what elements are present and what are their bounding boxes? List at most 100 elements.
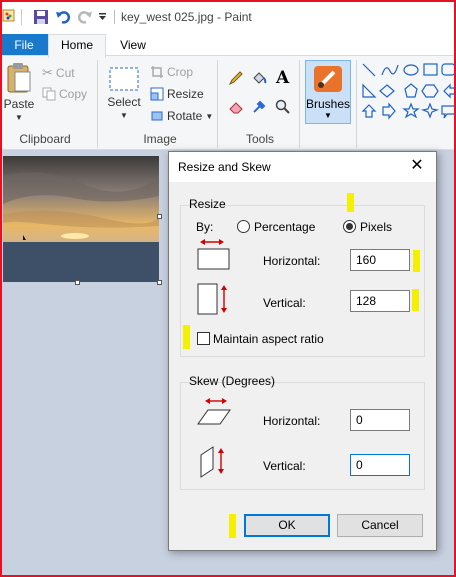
magnifier-tool[interactable] [275, 99, 291, 118]
shapes-gallery[interactable] [360, 61, 456, 127]
title-bar: key_west 025.jpg - Paint [0, 0, 456, 34]
resize-horizontal-input[interactable]: 160 [350, 249, 410, 271]
dialog-title-bar: Resize and Skew ✕ [169, 152, 436, 182]
window-title: key_west 025.jpg - Paint [121, 10, 252, 24]
title-separator [114, 10, 115, 24]
resize-handle[interactable] [157, 280, 162, 285]
resize-horizontal-label: Horizontal: [263, 254, 321, 268]
tab-home[interactable]: Home [48, 34, 106, 58]
ribbon-separator [356, 60, 357, 148]
resize-button[interactable]: Resize [150, 87, 204, 101]
undo-icon[interactable] [55, 9, 71, 28]
copy-button[interactable]: Copy [42, 87, 87, 101]
skew-horizontal-input[interactable]: 0 [350, 409, 410, 431]
rotate-label: Rotate [167, 109, 203, 123]
resize-skew-dialog: Resize and Skew ✕ Resize By: Percentage … [168, 151, 437, 551]
ribbon: Paste ▼ ✂ Cut Copy Clipboard Select ▼ Cr… [0, 55, 456, 150]
brushes-label: Brushes [306, 97, 351, 111]
cut-button[interactable]: ✂ Cut [42, 65, 75, 81]
rotate-button[interactable]: Rotate ▼ [150, 109, 213, 123]
skew-vertical-input[interactable]: 0 [350, 454, 410, 476]
vertical-resize-icon [197, 282, 233, 319]
select-label: Select [107, 95, 141, 109]
resize-handle[interactable] [75, 280, 80, 285]
brushes-dropdown-icon[interactable]: ▼ [306, 111, 350, 120]
tab-view[interactable]: View [106, 34, 160, 56]
cut-label: Cut [55, 66, 75, 80]
ribbon-separator [299, 60, 300, 148]
percentage-label[interactable]: Percentage [254, 220, 315, 234]
tools-group-label: Tools [245, 132, 274, 146]
close-icon[interactable]: ✕ [404, 154, 430, 178]
select-icon [109, 67, 139, 91]
customize-quick-access-icon[interactable] [98, 11, 108, 25]
dialog-title: Resize and Skew [178, 160, 271, 174]
ribbon-separator [217, 60, 218, 148]
cancel-button[interactable]: Cancel [337, 514, 423, 537]
resize-vertical-input[interactable]: 128 [350, 290, 410, 312]
redo-icon[interactable] [77, 9, 93, 28]
paint-app-icon [2, 7, 16, 26]
pencil-tool[interactable] [228, 70, 244, 89]
fill-tool[interactable] [251, 70, 267, 89]
resize-icon [150, 87, 164, 101]
highlight-marker [183, 325, 190, 349]
copy-icon [42, 87, 56, 101]
save-icon[interactable] [33, 9, 49, 28]
percentage-radio[interactable] [237, 220, 250, 233]
maintain-aspect-label[interactable]: Maintain aspect ratio [213, 332, 324, 346]
vertical-skew-icon [199, 445, 229, 482]
highlight-marker [229, 514, 236, 538]
eyedropper-icon [253, 100, 266, 113]
rotate-icon [151, 111, 163, 121]
resize-handle[interactable] [157, 214, 162, 219]
shapes-icon [361, 63, 456, 120]
skew-vertical-label: Vertical: [263, 459, 306, 473]
skew-horizontal-label: Horizontal: [263, 414, 321, 428]
eraser-icon [229, 102, 243, 114]
highlight-marker [412, 289, 419, 311]
ok-button[interactable]: OK [244, 514, 330, 537]
highlight-marker [413, 250, 420, 272]
pixels-label[interactable]: Pixels [360, 220, 392, 234]
brushes-button[interactable]: Brushes ▼ [305, 60, 351, 124]
ribbon-tabs: File Home View [0, 34, 456, 58]
paste-dropdown-icon[interactable]: ▼ [3, 113, 35, 122]
highlight-marker [347, 193, 354, 212]
horizontal-skew-icon [196, 398, 232, 433]
image-group-label: Image [143, 132, 177, 146]
select-button[interactable]: Select ▼ [104, 66, 144, 120]
skew-group-title: Skew (Degrees) [189, 374, 276, 388]
ribbon-separator [97, 60, 98, 148]
text-tool-icon[interactable]: A [276, 68, 289, 88]
resize-group-title: Resize [189, 197, 226, 211]
crop-button[interactable]: Crop [150, 65, 193, 79]
scissors-icon: ✂ [42, 65, 53, 80]
copy-label: Copy [59, 87, 88, 101]
paste-icon [7, 63, 31, 93]
radio-selected-dot [346, 223, 353, 230]
resize-label: Resize [167, 87, 204, 101]
crop-label: Crop [167, 65, 194, 79]
paint-bucket-icon [253, 72, 267, 84]
by-label: By: [196, 220, 214, 234]
color-picker-tool[interactable] [251, 99, 267, 118]
horizontal-resize-icon [197, 238, 231, 275]
magnifier-icon [275, 99, 290, 114]
crop-icon [151, 66, 163, 78]
sunset-photo [3, 156, 159, 282]
pencil-icon [228, 71, 243, 86]
clipboard-group-label: Clipboard [19, 132, 71, 146]
canvas-image[interactable] [3, 156, 159, 282]
rotate-dropdown-icon[interactable]: ▼ [205, 112, 213, 121]
eraser-tool[interactable] [228, 99, 244, 118]
resize-vertical-label: Vertical: [263, 296, 306, 310]
maintain-aspect-checkbox[interactable] [197, 332, 210, 345]
separator-icon [21, 9, 23, 28]
tab-file[interactable]: File [0, 34, 48, 56]
brush-icon [314, 66, 342, 92]
paste-label: Paste [3, 97, 35, 111]
select-dropdown-icon[interactable]: ▼ [104, 111, 144, 120]
pixels-radio[interactable] [343, 220, 356, 233]
paste-button[interactable]: Paste ▼ [3, 62, 35, 122]
